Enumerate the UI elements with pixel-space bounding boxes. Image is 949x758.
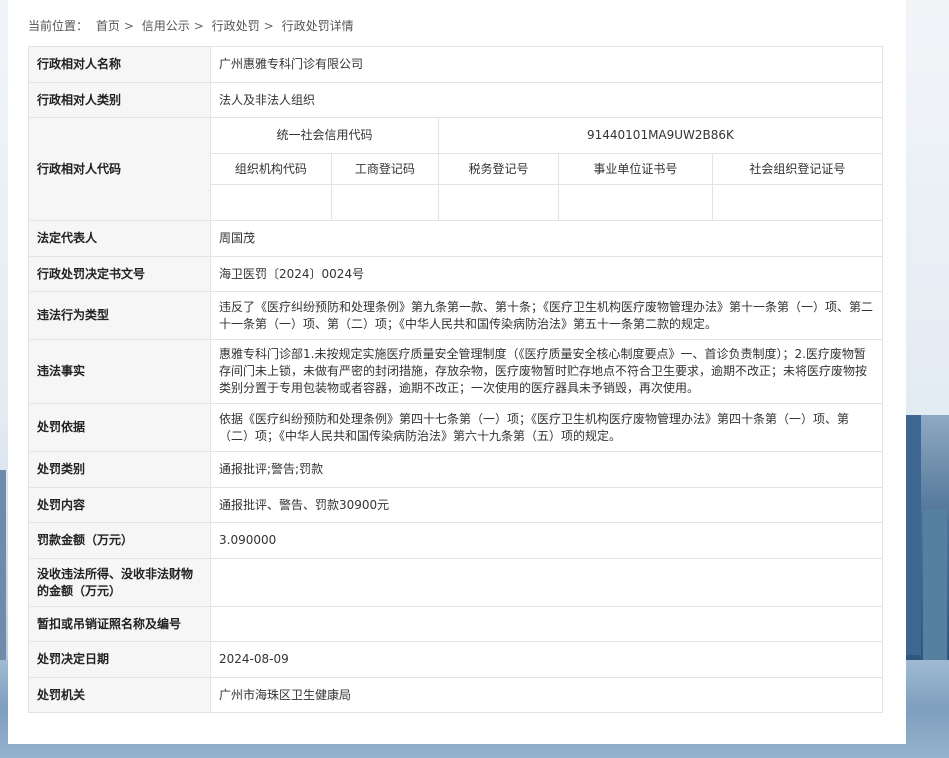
breadcrumb-penalty-link[interactable]: 行政处罚 xyxy=(212,19,260,33)
field-value xyxy=(210,558,883,607)
table-row: 处罚机关 广州市海珠区卫生健康局 xyxy=(28,677,883,713)
table-row: 行政相对人名称 广州惠雅专科门诊有限公司 xyxy=(28,46,883,83)
field-value: 广州市海珠区卫生健康局 xyxy=(210,677,883,713)
field-value: 海卫医罚〔2024〕0024号 xyxy=(210,256,883,292)
table-row: 暂扣或吊销证照名称及编号 xyxy=(28,606,883,642)
field-label: 行政处罚决定书文号 xyxy=(28,256,211,292)
field-label: 没收违法所得、没收非法财物的金额（万元） xyxy=(28,558,211,607)
table-row: 违法事实 惠雅专科门诊部1.未按规定实施医疗质量安全管理制度（《医疗质量安全核心… xyxy=(28,339,883,404)
table-row: 处罚决定日期 2024-08-09 xyxy=(28,641,883,678)
field-label: 违法事实 xyxy=(28,339,211,404)
field-label: 处罚内容 xyxy=(28,487,211,523)
breadcrumb-home-link[interactable]: 首页 xyxy=(96,19,120,33)
field-label: 行政相对人类别 xyxy=(28,82,211,118)
table-row: 罚款金额（万元） 3.090000 xyxy=(28,522,883,559)
field-label: 暂扣或吊销证照名称及编号 xyxy=(28,606,211,642)
field-label: 违法行为类型 xyxy=(28,291,211,340)
field-value: 周国茂 xyxy=(210,220,883,257)
sub-value xyxy=(437,184,560,221)
sub-header: 事业单位证书号 xyxy=(558,153,713,185)
field-label: 行政相对人代码 xyxy=(28,117,211,221)
field-value: 依据《医疗纠纷预防和处理条例》第四十七条第（一）项；《医疗卫生机构医疗废物管理办… xyxy=(210,403,883,452)
credit-code-label: 统一社会信用代码 xyxy=(210,117,439,154)
table-row: 法定代表人 周国茂 xyxy=(28,220,883,257)
field-value: 通报批评;警告;罚款 xyxy=(210,451,883,488)
sub-value xyxy=(330,184,439,221)
field-value: 法人及非法人组织 xyxy=(210,82,883,118)
breadcrumb: 当前位置： 首页 > 信用公示 > 行政处罚 > 行政处罚详情 xyxy=(28,17,358,34)
breadcrumb-separator: > xyxy=(263,19,274,33)
table-row: 处罚类别 通报批评;警告;罚款 xyxy=(28,451,883,488)
sub-header: 税务登记号 xyxy=(437,153,560,185)
sub-value xyxy=(711,184,884,221)
table-row: 处罚依据 依据《医疗纠纷预防和处理条例》第四十七条第（一）项；《医疗卫生机构医疗… xyxy=(28,403,883,452)
field-label: 罚款金额（万元） xyxy=(28,522,211,559)
table-row: 违法行为类型 违反了《医疗纠纷预防和处理条例》第九条第一款、第十条；《医疗卫生机… xyxy=(28,291,883,340)
sub-value xyxy=(558,184,713,221)
table-row: 没收违法所得、没收非法财物的金额（万元） xyxy=(28,558,883,607)
field-value: 广州惠雅专科门诊有限公司 xyxy=(210,46,883,83)
field-value xyxy=(210,606,883,642)
background-tower xyxy=(905,415,921,655)
table-row: 行政相对人代码 统一社会信用代码 91440101MA9UW2B86K xyxy=(28,117,884,221)
breadcrumb-current: 行政处罚详情 xyxy=(281,19,354,33)
field-value: 惠雅专科门诊部1.未按规定实施医疗质量安全管理制度（《医疗质量安全核心制度要点》… xyxy=(210,339,883,404)
sub-value xyxy=(210,184,332,221)
table-row: 行政相对人类别 法人及非法人组织 xyxy=(28,82,883,118)
content-panel: 当前位置： 首页 > 信用公示 > 行政处罚 > 行政处罚详情 行政相对人名称 广州惠… xyxy=(8,0,906,744)
breadcrumb-separator: > xyxy=(193,19,204,33)
field-label: 处罚类别 xyxy=(28,451,211,488)
breadcrumb-credit-link[interactable]: 信用公示 xyxy=(142,19,190,33)
background-city-right xyxy=(905,415,949,675)
sub-header: 组织机构代码 xyxy=(210,153,332,185)
field-value: 通报批评、警告、罚款30900元 xyxy=(210,487,883,523)
credit-code-value: 91440101MA9UW2B86K xyxy=(437,117,884,154)
field-label: 处罚机关 xyxy=(28,677,211,713)
table-row: 行政处罚决定书文号 海卫医罚〔2024〕0024号 xyxy=(28,256,883,292)
sub-header: 社会组织登记证号 xyxy=(711,153,884,185)
penalty-detail-table: 行政相对人名称 广州惠雅专科门诊有限公司 行政相对人类别 法人及非法人组织 行政… xyxy=(28,46,884,713)
field-value: 2024-08-09 xyxy=(210,641,883,678)
field-label: 处罚决定日期 xyxy=(28,641,211,678)
field-value: 违反了《医疗纠纷预防和处理条例》第九条第一款、第十条；《医疗卫生机构医疗废物管理… xyxy=(210,291,883,340)
breadcrumb-separator: > xyxy=(123,19,134,33)
field-value: 3.090000 xyxy=(210,522,883,559)
table-row: 处罚内容 通报批评、警告、罚款30900元 xyxy=(28,487,883,523)
background-tower xyxy=(923,510,947,670)
field-label: 法定代表人 xyxy=(28,220,211,257)
field-label: 处罚依据 xyxy=(28,403,211,452)
breadcrumb-prefix: 当前位置： xyxy=(28,19,89,33)
sub-header: 工商登记码 xyxy=(330,153,439,185)
field-label: 行政相对人名称 xyxy=(28,46,211,83)
